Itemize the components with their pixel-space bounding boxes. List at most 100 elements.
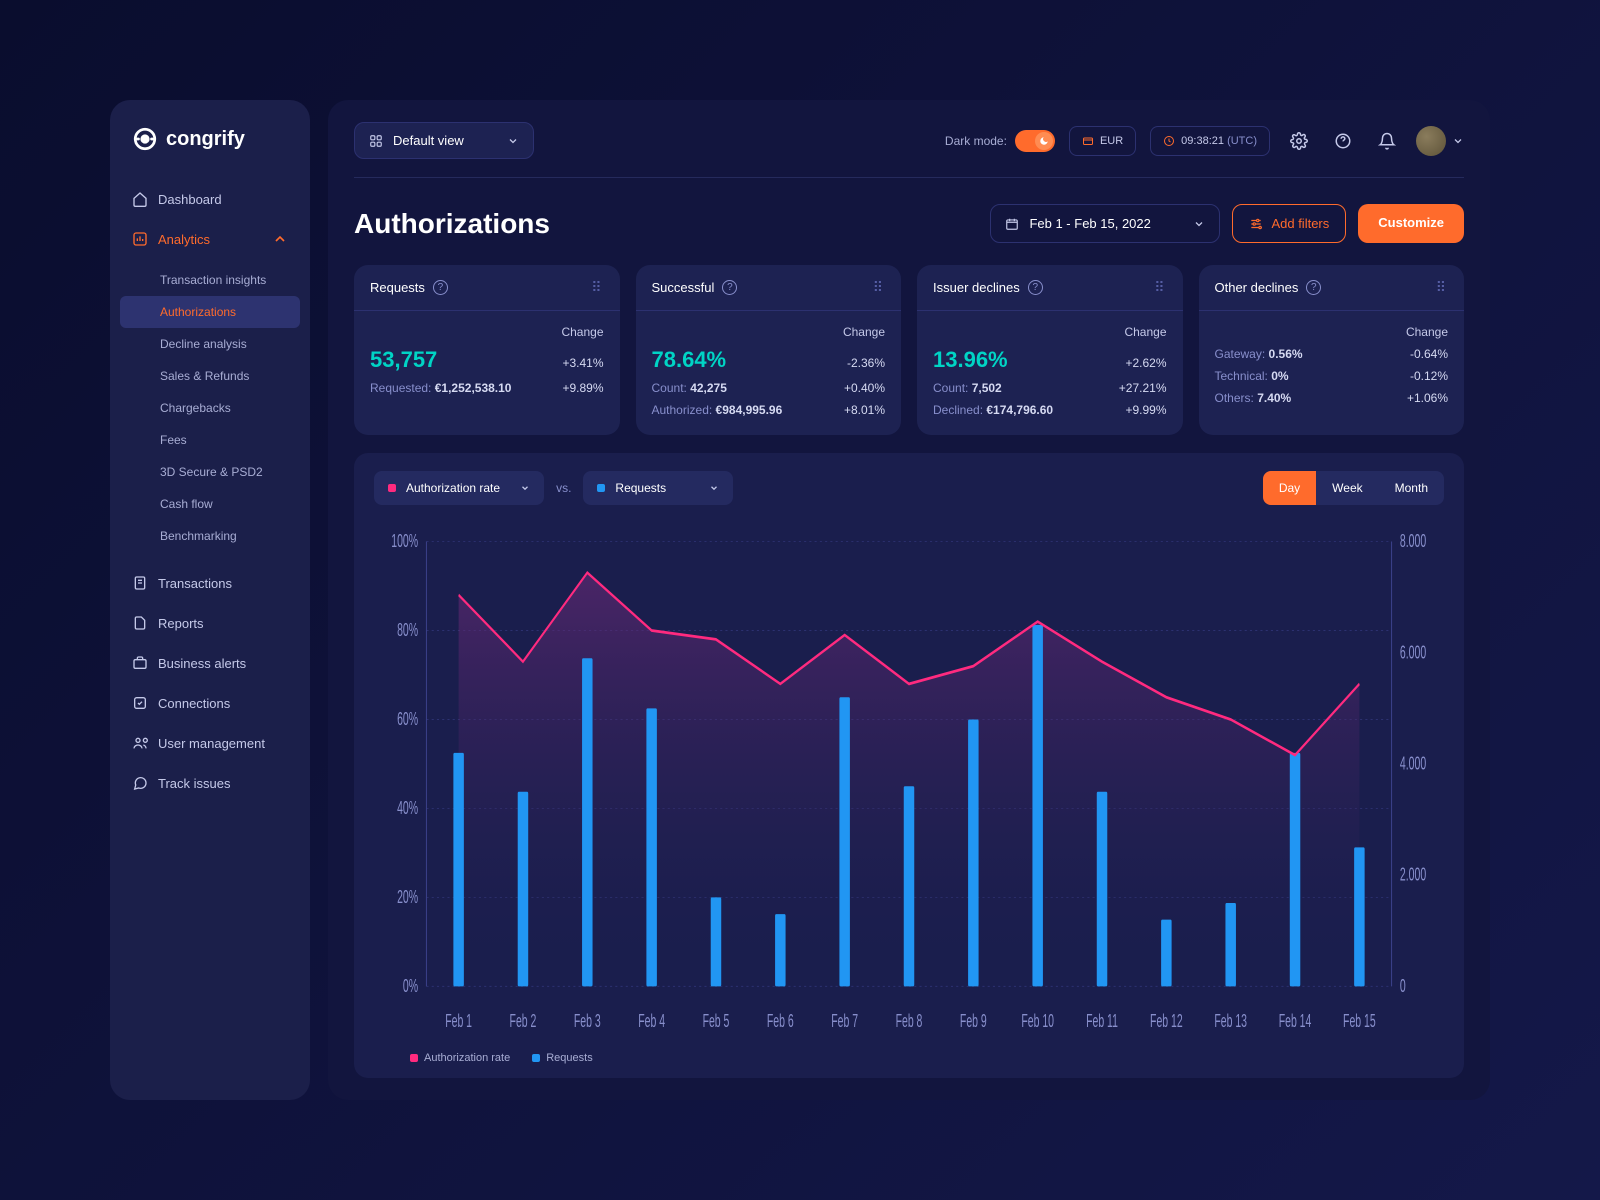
kpi-row: Requested: €1,252,538.10+9.89% [370, 381, 604, 395]
svg-text:Feb 5: Feb 5 [703, 1011, 730, 1032]
clock-icon [1163, 135, 1175, 147]
svg-text:Feb 14: Feb 14 [1279, 1011, 1312, 1032]
nav-reports[interactable]: Reports [110, 604, 310, 642]
nav: Dashboard Analytics Transaction insights… [110, 180, 310, 802]
nav-dashboard[interactable]: Dashboard [110, 180, 310, 218]
kpi-card: Issuer declines ? ⠿ Change 13.96%+2.62% … [917, 265, 1183, 435]
page-header: Authorizations Feb 1 - Feb 15, 2022 Add … [354, 178, 1464, 265]
message-icon [132, 775, 148, 791]
svg-text:Feb 11: Feb 11 [1086, 1011, 1118, 1032]
kpi-card-head: Other declines ? ⠿ [1199, 265, 1465, 311]
kpi-card: Requests ? ⠿ Change 53,757+3.41% Request… [354, 265, 620, 435]
brand: congrify [110, 126, 310, 180]
kpi-row: Count: 7,502+27.21% [933, 381, 1167, 395]
gran-day[interactable]: Day [1263, 471, 1316, 505]
sub-decline-analysis[interactable]: Decline analysis [120, 328, 300, 360]
kpi-title: Issuer declines [933, 280, 1020, 295]
svg-text:0: 0 [1400, 976, 1406, 997]
svg-text:Feb 7: Feb 7 [831, 1011, 858, 1032]
add-filters-button[interactable]: Add filters [1232, 204, 1346, 243]
currency-pill[interactable]: EUR [1069, 126, 1136, 156]
svg-text:40%: 40% [397, 798, 418, 819]
briefcase-icon [132, 655, 148, 671]
kpi-card-head: Issuer declines ? ⠿ [917, 265, 1183, 311]
svg-text:Feb 13: Feb 13 [1214, 1011, 1247, 1032]
drag-handle-icon[interactable]: ⠿ [1154, 279, 1166, 296]
chevron-down-icon [1193, 218, 1205, 230]
svg-text:8.000: 8.000 [1400, 531, 1426, 552]
svg-text:Feb 3: Feb 3 [574, 1011, 601, 1032]
nav-analytics-sub: Transaction insights Authorizations Decl… [110, 260, 310, 562]
kpi-card-head: Successful ? ⠿ [636, 265, 902, 311]
document-icon [132, 575, 148, 591]
topbar: Default view Dark mode: EUR 09:38:21 (UT… [354, 122, 1464, 178]
chevron-down-icon [1452, 135, 1464, 147]
moon-icon [1039, 136, 1049, 146]
help-button[interactable] [1328, 126, 1358, 156]
nav-connections[interactable]: Connections [110, 684, 310, 722]
svg-text:20%: 20% [397, 887, 418, 908]
sub-transaction-insights[interactable]: Transaction insights [120, 264, 300, 296]
kpi-title: Other declines [1215, 280, 1299, 295]
svg-text:80%: 80% [397, 620, 418, 641]
profile-menu[interactable] [1416, 126, 1464, 156]
sub-3dsecure[interactable]: 3D Secure & PSD2 [120, 456, 300, 488]
sub-chargebacks[interactable]: Chargebacks [120, 392, 300, 424]
chart-icon [132, 231, 148, 247]
metric-a-select[interactable]: Authorization rate [374, 471, 544, 505]
kpi-title: Requests [370, 280, 425, 295]
chevron-down-icon [507, 135, 519, 147]
grid-icon [369, 134, 383, 148]
bell-icon [1378, 132, 1396, 150]
time-pill[interactable]: 09:38:21 (UTC) [1150, 126, 1270, 156]
legend-auth-rate: Authorization rate [410, 1052, 510, 1064]
kpi-card-head: Requests ? ⠿ [354, 265, 620, 311]
svg-text:Feb 8: Feb 8 [896, 1011, 923, 1032]
chevron-down-icon [709, 483, 719, 493]
metric-b-select[interactable]: Requests [583, 471, 733, 505]
gear-icon [1290, 132, 1308, 150]
brand-name: congrify [166, 128, 245, 151]
nav-alerts[interactable]: Business alerts [110, 644, 310, 682]
notifications-button[interactable] [1372, 126, 1402, 156]
customize-button[interactable]: Customize [1358, 204, 1464, 243]
help-icon[interactable]: ? [1306, 280, 1321, 295]
nav-analytics[interactable]: Analytics [110, 220, 310, 258]
main: Default view Dark mode: EUR 09:38:21 (UT… [328, 100, 1490, 1100]
sub-benchmarking[interactable]: Benchmarking [120, 520, 300, 552]
view-selector[interactable]: Default view [354, 122, 534, 159]
sub-sales-refunds[interactable]: Sales & Refunds [120, 360, 300, 392]
chart-controls: Authorization rate vs. Requests Day Week… [374, 471, 1444, 505]
chart-area: 0%20%40%60%80%100%02.0004.0006.0008.000F… [374, 523, 1444, 1042]
sub-fees[interactable]: Fees [120, 424, 300, 456]
kpi-title: Successful [652, 280, 715, 295]
svg-text:2.000: 2.000 [1400, 865, 1426, 886]
kpi-row: Declined: €174,796.60+9.99% [933, 403, 1167, 417]
kpi-big-value: 78.64% [652, 347, 727, 373]
drag-handle-icon[interactable]: ⠿ [1436, 279, 1448, 296]
drag-handle-icon[interactable]: ⠿ [873, 279, 885, 296]
nav-transactions[interactable]: Transactions [110, 564, 310, 602]
kpi-row: Authorized: €984,995.96+8.01% [652, 403, 886, 417]
help-icon[interactable]: ? [1028, 280, 1043, 295]
settings-button[interactable] [1284, 126, 1314, 156]
vs-label: vs. [556, 481, 571, 495]
kpi-big-value: 13.96% [933, 347, 1008, 373]
svg-text:Feb 9: Feb 9 [960, 1011, 987, 1032]
nav-issues[interactable]: Track issues [110, 764, 310, 802]
darkmode-toggle[interactable] [1015, 130, 1055, 152]
kpi-row: Technical: 0%-0.12% [1215, 369, 1449, 383]
sub-authorizations[interactable]: Authorizations [120, 296, 300, 328]
nav-users[interactable]: User management [110, 724, 310, 762]
gran-week[interactable]: Week [1316, 471, 1378, 505]
svg-text:Feb 2: Feb 2 [510, 1011, 537, 1032]
help-icon[interactable]: ? [433, 280, 448, 295]
check-square-icon [132, 695, 148, 711]
help-icon[interactable]: ? [722, 280, 737, 295]
help-icon [1334, 132, 1352, 150]
gran-month[interactable]: Month [1379, 471, 1444, 505]
date-range-picker[interactable]: Feb 1 - Feb 15, 2022 [990, 204, 1220, 243]
calendar-icon [1005, 217, 1019, 231]
sub-cashflow[interactable]: Cash flow [120, 488, 300, 520]
drag-handle-icon[interactable]: ⠿ [591, 279, 603, 296]
